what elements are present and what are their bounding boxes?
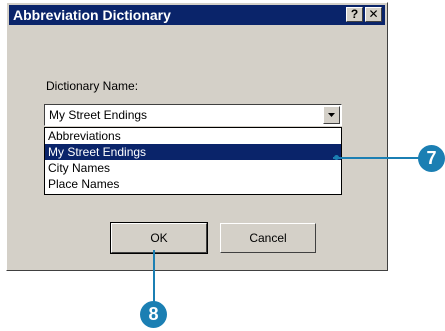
dictionary-options-list[interactable]: Abbreviations My Street Endings City Nam… xyxy=(44,127,342,195)
ok-button[interactable]: OK xyxy=(110,222,208,254)
title-bar: Abbreviation Dictionary ? ✕ xyxy=(9,5,385,25)
dropdown-arrow-button[interactable] xyxy=(323,106,340,124)
dictionary-name-label: Dictionary Name: xyxy=(46,79,139,93)
list-option-my-street-endings[interactable]: My Street Endings xyxy=(45,144,341,160)
callout-7-leader-line xyxy=(333,157,419,159)
help-button[interactable]: ? xyxy=(346,7,363,22)
close-button[interactable]: ✕ xyxy=(365,7,382,22)
callout-7-pointer-dot xyxy=(334,155,339,160)
dictionary-name-dropdown[interactable]: My Street Endings xyxy=(44,104,342,126)
window-title: Abbreviation Dictionary xyxy=(13,7,171,23)
abbreviation-dictionary-dialog: Abbreviation Dictionary ? ✕ Dictionary N… xyxy=(6,2,388,271)
callout-step-7: 7 xyxy=(418,145,445,172)
cancel-button[interactable]: Cancel xyxy=(220,223,316,253)
callout-step-8: 8 xyxy=(140,301,167,328)
list-option-abbreviations[interactable]: Abbreviations xyxy=(45,128,341,144)
list-option-place-names[interactable]: Place Names xyxy=(45,176,341,192)
list-option-city-names[interactable]: City Names xyxy=(45,160,341,176)
dropdown-selected-value: My Street Endings xyxy=(49,108,148,122)
callout-8-leader-line xyxy=(153,250,155,303)
chevron-down-icon xyxy=(328,113,335,117)
